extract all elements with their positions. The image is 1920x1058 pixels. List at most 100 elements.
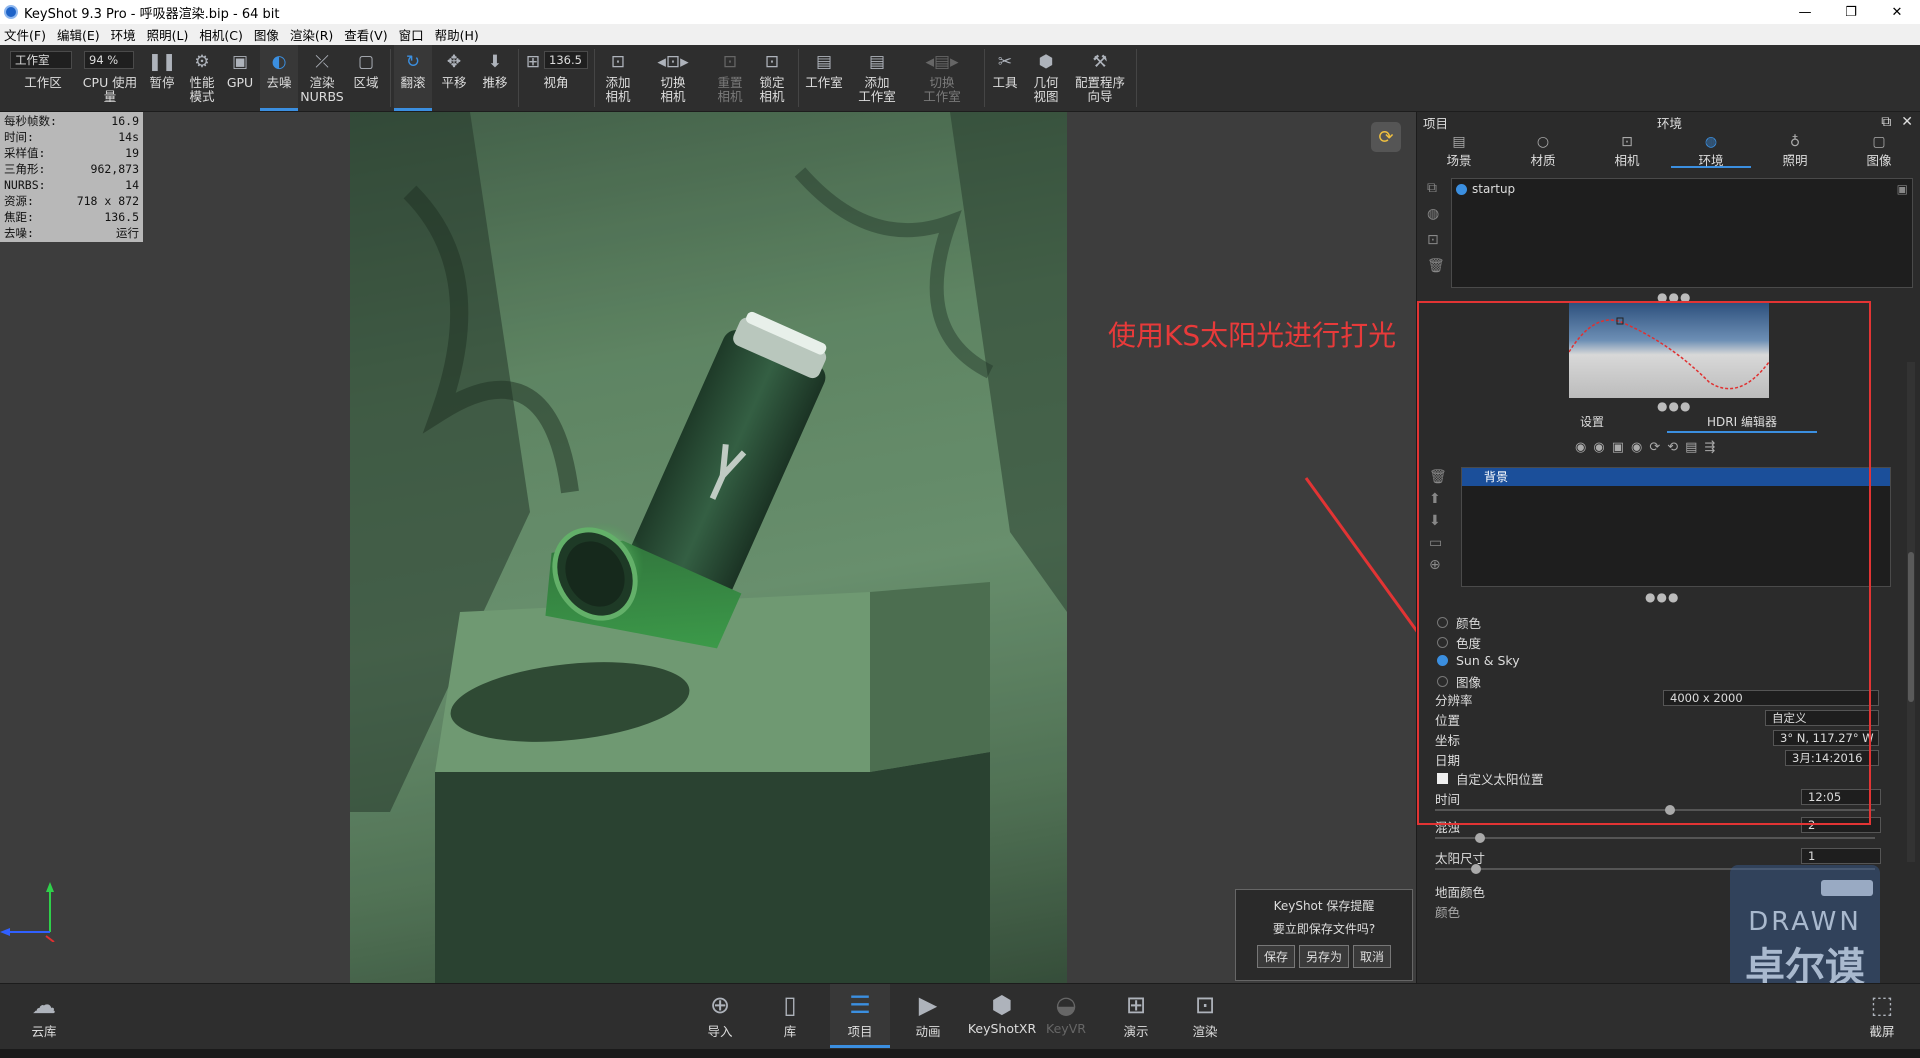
copy-env-icon[interactable]: ⊡ xyxy=(1427,232,1445,248)
location-select[interactable]: 自定义 xyxy=(1765,710,1879,726)
date-field[interactable]: 3月:14:2016 xyxy=(1785,750,1879,766)
tumble-button[interactable]: ↻ 翻滚 xyxy=(394,45,432,111)
resolution-select[interactable]: 4000 x 2000 xyxy=(1663,690,1879,706)
region-button[interactable]: ▢ 区域 xyxy=(348,45,384,111)
add-adjust-icon[interactable]: ◉ xyxy=(1631,440,1642,455)
pause-button[interactable]: ❚❚ 暂停 xyxy=(146,45,178,111)
pan-button[interactable]: ✥ 平移 xyxy=(436,45,472,111)
fov-button[interactable]: ⊞ 视角 xyxy=(524,45,588,111)
add-pin-icon[interactable]: ◉ xyxy=(1575,440,1586,455)
slider-knob[interactable] xyxy=(1665,805,1675,815)
tab-scene[interactable]: ▤ 场景 xyxy=(1419,132,1499,168)
save-button[interactable]: 保存 xyxy=(1256,945,1295,968)
turbidity-slider[interactable] xyxy=(1435,833,1875,843)
radio-color[interactable]: 颜色 xyxy=(1437,613,1481,632)
hdri-preview[interactable] xyxy=(1569,302,1769,398)
tab-lighting[interactable]: ♁ 照明 xyxy=(1755,132,1835,168)
workspace-button[interactable]: 工作区 xyxy=(14,45,72,111)
menu-render[interactable]: 渲染(R) xyxy=(290,25,333,44)
add-sun-icon[interactable]: ◉ xyxy=(1593,440,1604,455)
lock-camera-button[interactable]: ⊡ 锁定 相机 xyxy=(752,45,792,111)
screenshot-button[interactable]: ⬚ 截屏 xyxy=(1852,984,1912,1048)
resize-handle-icon[interactable]: ●●● xyxy=(1657,399,1691,413)
tab-materials[interactable]: ○ 材质 xyxy=(1503,132,1583,168)
switch-studio-button[interactable]: ◂▤▸ 切换 工作室 xyxy=(912,45,972,111)
config-wizard-button[interactable]: ⚒ 配置程序 向导 xyxy=(1070,45,1130,111)
save-hdri-icon[interactable]: ▤ xyxy=(1685,440,1697,455)
geometry-view-button[interactable]: ⬢ 几何 视图 xyxy=(1028,45,1064,111)
add-camera-button[interactable]: ⊡ 添加 相机 xyxy=(598,45,638,111)
custom-sun-checkbox[interactable]: 自定义太阳位置 xyxy=(1437,769,1544,788)
menu-help[interactable]: 帮助(H) xyxy=(435,25,479,44)
dolly-button[interactable]: ⬇ 推移 xyxy=(476,45,514,111)
time-slider[interactable] xyxy=(1435,805,1875,815)
keyshotxr-button[interactable]: ⬢ KeyShotXR xyxy=(966,984,1038,1048)
menu-lighting[interactable]: 照明(L) xyxy=(147,25,189,44)
menu-file[interactable]: 文件(F) xyxy=(4,25,46,44)
animation-button[interactable]: ▶ 动画 xyxy=(898,984,958,1048)
folder-icon[interactable]: ▭ xyxy=(1429,535,1447,551)
cancel-button[interactable]: 取消 xyxy=(1353,945,1392,968)
render-button[interactable]: ⊡ 渲染 xyxy=(1175,984,1235,1048)
layer-row-background[interactable]: 背景 xyxy=(1462,468,1890,486)
reset-camera-button[interactable]: ⊡ 重置 相机 xyxy=(710,45,750,111)
restore-button[interactable]: ❐ xyxy=(1828,0,1874,24)
radio-sun-sky[interactable]: Sun & Sky xyxy=(1437,653,1520,668)
delete-env-icon[interactable]: 🗑 xyxy=(1427,258,1445,274)
slider-knob[interactable] xyxy=(1475,833,1485,843)
add-studio-button[interactable]: ▤ 添加 工作室 xyxy=(852,45,902,111)
render-nurbs-button[interactable]: ⤫ 渲染 NURBS xyxy=(300,45,343,111)
radio-image[interactable]: 图像 xyxy=(1437,672,1481,691)
tab-environment[interactable]: ◍ 环境 xyxy=(1671,132,1751,168)
switch-camera-button[interactable]: ◂⊡▸ 切换 相机 xyxy=(648,45,698,111)
target-icon[interactable]: ⊕ xyxy=(1429,557,1447,573)
sun-size-field[interactable]: 1 xyxy=(1801,848,1881,864)
menu-edit[interactable]: 编辑(E) xyxy=(57,25,100,44)
cpu-usage-button[interactable]: CPU 使用量 xyxy=(78,45,142,111)
menu-image[interactable]: 图像 xyxy=(254,25,279,44)
resize-handle-icon[interactable]: ●●● xyxy=(1645,590,1679,604)
save-as-button[interactable]: 另存为 xyxy=(1298,945,1349,968)
presentation-button[interactable]: ⊞ 演示 xyxy=(1106,984,1166,1048)
menu-window[interactable]: 窗口 xyxy=(399,25,424,44)
import-button[interactable]: ⊕ 导入 xyxy=(690,984,750,1048)
performance-mode-button[interactable]: ⚙ 性能 模式 xyxy=(184,45,220,111)
move-down-icon[interactable]: ⬇ xyxy=(1429,513,1447,529)
turbidity-field[interactable]: 2 xyxy=(1801,817,1881,833)
panel-close-icon[interactable]: ✕ xyxy=(1901,114,1913,130)
scrollbar-thumb[interactable] xyxy=(1908,552,1914,702)
lock-icon[interactable]: ▣ xyxy=(1897,182,1908,196)
coordinates-field[interactable]: 3° N, 117.27° W xyxy=(1773,730,1879,746)
refresh-icon[interactable]: ⟳ xyxy=(1649,440,1660,455)
studio-button[interactable]: ▤ 工作室 xyxy=(802,45,846,111)
close-button[interactable]: ✕ xyxy=(1874,0,1920,24)
add-image-pin-icon[interactable]: ▣ xyxy=(1612,440,1624,455)
tab-image[interactable]: ▢ 图像 xyxy=(1839,132,1919,168)
list-item[interactable]: startup ▣ xyxy=(1452,179,1912,199)
panel-scrollbar[interactable] xyxy=(1907,362,1915,862)
gpu-button[interactable]: ▣ GPU xyxy=(224,45,256,111)
menu-view[interactable]: 查看(V) xyxy=(344,25,387,44)
menu-camera[interactable]: 相机(C) xyxy=(199,25,242,44)
slider-knob[interactable] xyxy=(1471,864,1481,874)
tab-hdri-editor[interactable]: HDRI 编辑器 xyxy=(1667,413,1817,433)
render-image[interactable] xyxy=(350,112,1067,983)
denoise-button[interactable]: ◐ 去噪 xyxy=(260,45,298,111)
undock-icon[interactable]: ⧉ xyxy=(1881,114,1891,130)
library-button[interactable]: ▯ 库 xyxy=(760,984,820,1048)
menu-environment[interactable]: 环境 xyxy=(111,25,136,44)
duplicate-env-icon[interactable]: ⧉ xyxy=(1427,180,1445,196)
cloud-library-button[interactable]: ☁ 云库 xyxy=(14,984,74,1048)
project-button[interactable]: ☰ 项目 xyxy=(830,984,890,1048)
radio-gradient[interactable]: 色度 xyxy=(1437,633,1481,652)
minimize-button[interactable]: — xyxy=(1782,0,1828,24)
tab-camera[interactable]: ⊡ 相机 xyxy=(1587,132,1667,168)
clone-icon[interactable]: ⟲ xyxy=(1667,440,1678,455)
add-env-icon[interactable]: ◍ xyxy=(1427,206,1445,222)
camera-sync-icon[interactable]: ⟳ xyxy=(1371,122,1401,152)
delete-layer-icon[interactable]: 🗑 xyxy=(1429,469,1447,485)
tools-button[interactable]: ✂ 工具 xyxy=(988,45,1022,111)
keyvr-button[interactable]: ◒ KeyVR xyxy=(1036,984,1096,1048)
move-up-icon[interactable]: ⬆ xyxy=(1429,491,1447,507)
render-viewport[interactable]: 每秒帧数: 16.9 时间: 14s 采样值: 19 三角形: 962,873 NURB… xyxy=(0,112,1416,983)
